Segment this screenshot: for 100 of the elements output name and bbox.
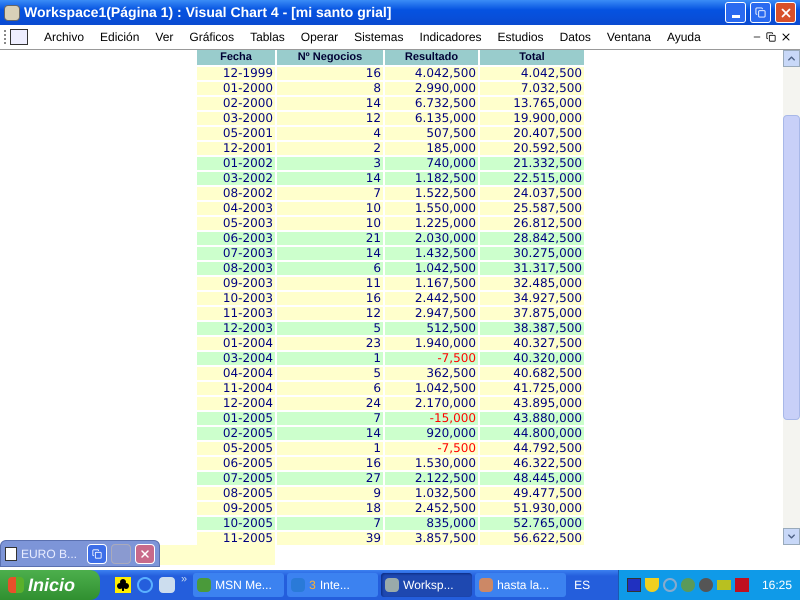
minimize-button[interactable]	[725, 2, 746, 23]
table-cell: 16	[277, 457, 383, 470]
app-icon	[4, 4, 20, 20]
close-button[interactable]	[775, 2, 796, 23]
table-cell: 2.122,500	[385, 472, 478, 485]
menu-item[interactable]: Ayuda	[658, 28, 709, 46]
table-cell: 10-2005	[197, 517, 275, 530]
table-cell: 40.327,500	[480, 337, 584, 350]
taskbar-button[interactable]: Worksp...	[381, 573, 472, 597]
table-cell: 1	[277, 442, 383, 455]
table-cell: 18	[277, 502, 383, 515]
table-cell: 06-2005	[197, 457, 275, 470]
table-cell: 20.592,500	[480, 142, 584, 155]
table-cell: 4.042,500	[385, 67, 478, 80]
table-cell: 11-2004	[197, 382, 275, 395]
menu-item[interactable]: Archivo	[36, 28, 92, 46]
taskbar-button[interactable]: MSN Me...	[193, 573, 284, 597]
table-cell: 37.875,000	[480, 307, 584, 320]
menu-item[interactable]: Gráficos	[181, 28, 242, 46]
club-icon[interactable]	[115, 577, 131, 593]
restore-button[interactable]	[87, 544, 107, 564]
table-cell: 6	[277, 262, 383, 275]
table-cell: 1.042,500	[385, 262, 478, 275]
table-cell: 01-2002	[197, 157, 275, 170]
menu-item[interactable]: Operar	[292, 28, 346, 46]
table-cell: 46.322,500	[480, 457, 584, 470]
column-header: Resultado	[385, 50, 478, 65]
restore-icon[interactable]	[766, 32, 776, 42]
app-icon	[385, 578, 400, 592]
table-cell: 920,000	[385, 427, 478, 440]
scroll-down-button[interactable]	[783, 528, 800, 545]
table-cell: 08-2002	[197, 187, 275, 200]
menu-item[interactable]: Indicadores	[411, 28, 490, 46]
taskbar-button[interactable]: hasta la...	[475, 573, 566, 597]
menu-item[interactable]: Estudios	[490, 28, 552, 46]
table-cell: 7	[277, 412, 383, 425]
table-cell: 49.477,500	[480, 487, 584, 500]
windows-logo-icon	[8, 577, 24, 593]
overflow-chevron[interactable]: »	[181, 570, 188, 588]
table-cell: 12	[277, 307, 383, 320]
menu-item[interactable]: Datos	[552, 28, 599, 46]
table-cell: 02-2005	[197, 427, 275, 440]
app-icon	[479, 578, 494, 592]
table-cell: 02-2000	[197, 97, 275, 110]
table-cell: 12-1999	[197, 67, 275, 80]
menu-item[interactable]: Ventana	[598, 28, 659, 46]
language-indicator[interactable]: ES	[574, 576, 604, 594]
table-cell: 1.940,000	[385, 337, 478, 350]
menu-item[interactable]: Edición	[92, 28, 148, 46]
table-cell: 04-2004	[197, 367, 275, 380]
close-icon[interactable]	[780, 31, 792, 43]
table-cell: 44.800,000	[480, 427, 584, 440]
table-cell: 6.135,000	[385, 112, 478, 125]
table-cell: 05-2005	[197, 442, 275, 455]
table-cell: 12-2003	[197, 322, 275, 335]
table-cell: 56.622,500	[480, 532, 584, 545]
clock: 16:25	[762, 577, 792, 594]
menu-item[interactable]: Sistemas	[346, 28, 412, 46]
table-cell: 12-2004	[197, 397, 275, 410]
table-cell: -15,000	[385, 412, 478, 425]
table-cell: 1.225,000	[385, 217, 478, 230]
column-header: Nº Negocios	[277, 50, 383, 65]
restore-icon	[92, 548, 102, 558]
table-cell: -7,500	[385, 352, 478, 365]
scroll-thumb[interactable]	[783, 115, 800, 420]
table-cell: 39	[277, 532, 383, 545]
window-title: EURO B...	[21, 546, 78, 562]
scrollbar[interactable]	[783, 50, 800, 545]
table-cell: 5	[277, 322, 383, 335]
table-cell: 7.032,500	[480, 82, 584, 95]
table-cell: 3.857,500	[385, 532, 478, 545]
menu-item[interactable]: Ver	[147, 28, 182, 46]
table-cell: 1.042,500	[385, 382, 478, 395]
table-cell: 740,000	[385, 157, 478, 170]
taskbar-button[interactable]: 3 Inte...	[287, 573, 378, 597]
table-cell: 2.030,000	[385, 232, 478, 245]
table-cell: 8	[277, 82, 383, 95]
table-cell: 5	[277, 367, 383, 380]
table-cell: 1.550,000	[385, 202, 478, 215]
table-cell: 05-2001	[197, 127, 275, 140]
table-cell: 16	[277, 292, 383, 305]
table-cell: 1.167,500	[385, 277, 478, 290]
table-cell: 24.037,500	[480, 187, 584, 200]
menu-item[interactable]: Tablas	[242, 28, 293, 46]
table-cell: 01-2005	[197, 412, 275, 425]
table-cell: 03-2004	[197, 352, 275, 365]
table-cell: 05-2003	[197, 217, 275, 230]
table-cell: 43.880,000	[480, 412, 584, 425]
table-cell: 09-2005	[197, 502, 275, 515]
table-cell: 362,500	[385, 367, 478, 380]
table-cell: 28.842,500	[480, 232, 584, 245]
table-cell: 44.792,500	[480, 442, 584, 455]
table-cell: 7	[277, 517, 383, 530]
restore-button[interactable]	[750, 2, 771, 23]
scroll-up-button[interactable]	[783, 50, 800, 67]
table-cell: 52.765,000	[480, 517, 584, 530]
table-cell: 07-2003	[197, 247, 275, 260]
table-cell: 2.947,500	[385, 307, 478, 320]
table-cell: 9	[277, 487, 383, 500]
close-button[interactable]	[135, 544, 155, 564]
